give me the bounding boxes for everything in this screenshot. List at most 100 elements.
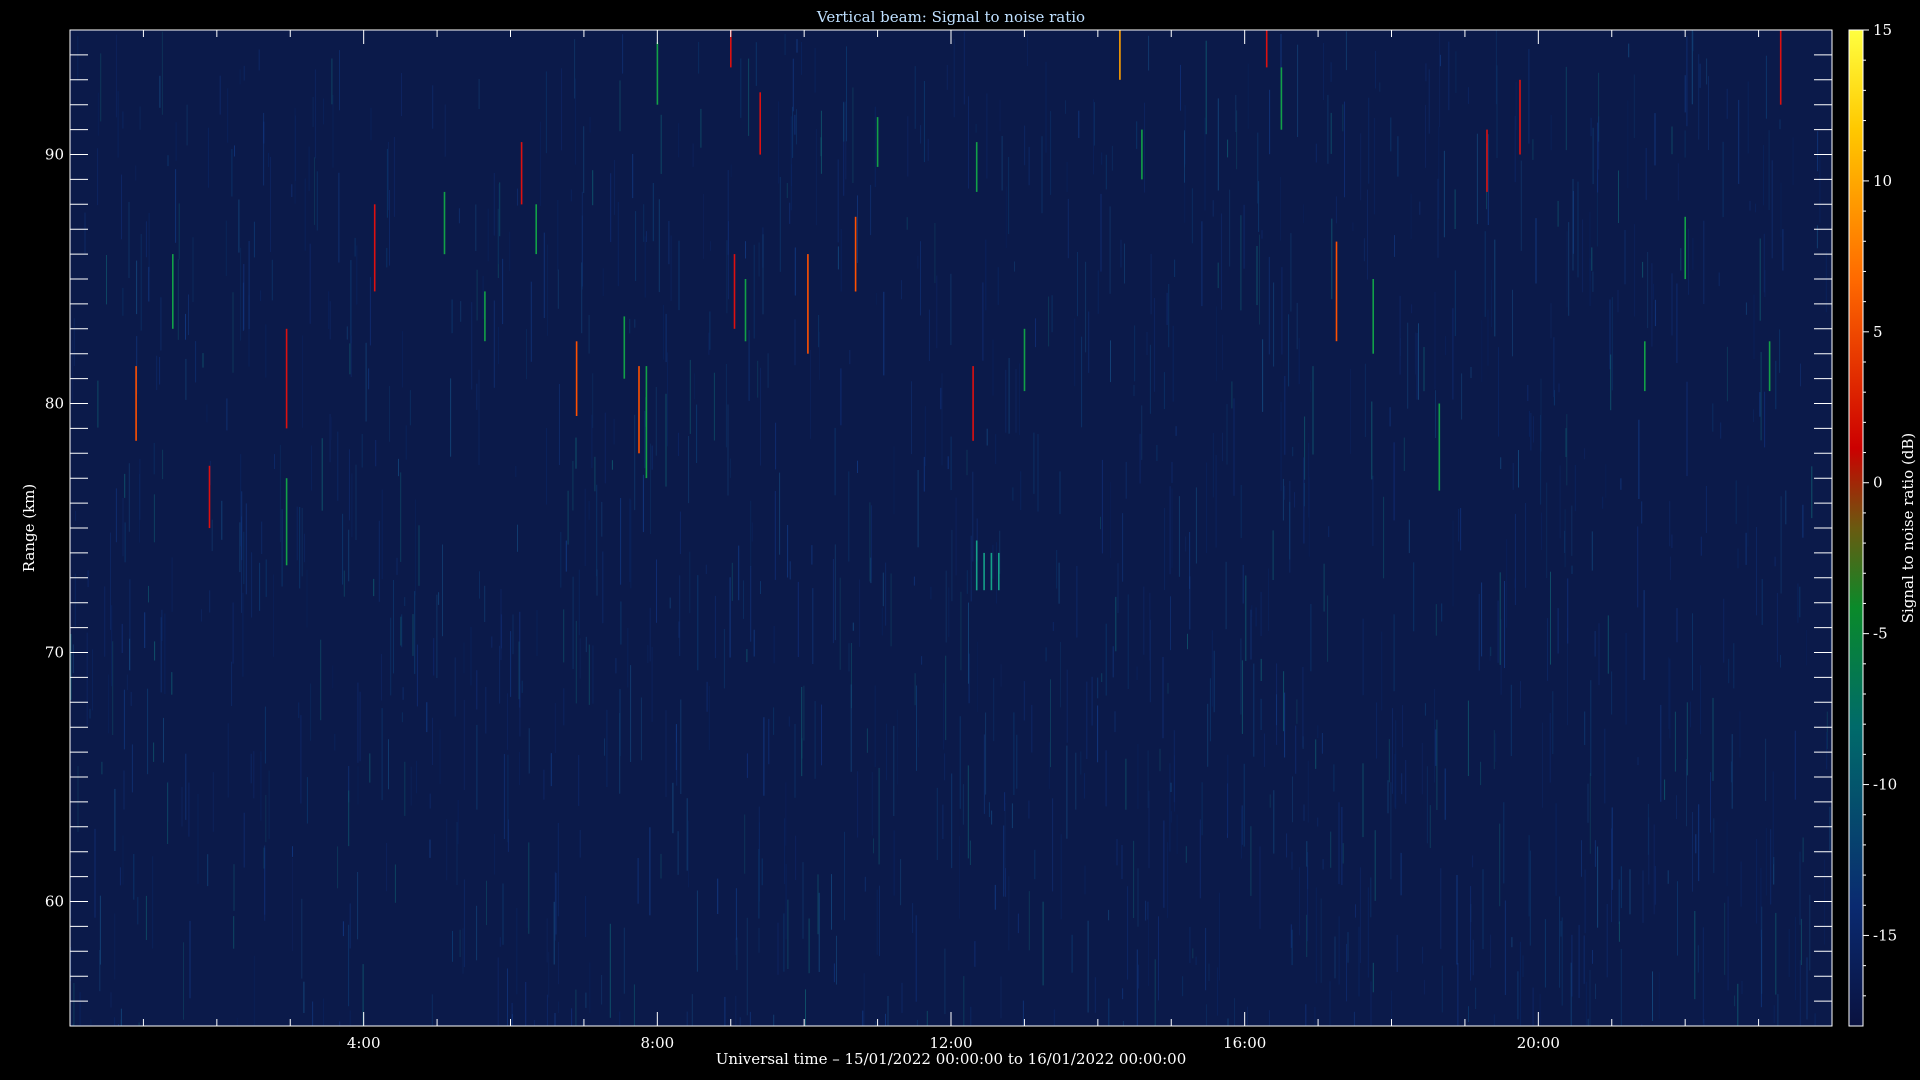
noise-streak [454,657,456,717]
noise-streak [1553,337,1555,398]
noise-streak [1749,200,1751,211]
noise-streak [665,393,667,487]
noise-streak [1185,846,1187,863]
noise-streak [589,962,591,1013]
noise-streak [484,585,486,622]
noise-streak [475,204,477,251]
noise-streak [1391,990,1393,1026]
noise-streak [432,717,433,765]
noise-streak [917,255,919,269]
noise-streak [870,505,872,579]
noise-streak [986,428,988,446]
noise-streak [154,641,156,661]
noise-streak [1699,63,1701,88]
noise-streak [1120,239,1122,251]
noise-streak [948,587,950,637]
noise-streak [698,41,700,74]
noise-streak [875,292,877,305]
noise-streak [834,544,836,641]
noise-streak [111,605,113,687]
noise-streak [1221,213,1222,310]
noise-streak [1467,700,1469,776]
noise-streak [1692,812,1693,892]
noise-streak [1423,979,1425,995]
noise-streak [773,626,775,664]
noise-streak [1437,178,1439,258]
noise-streak [686,1011,688,1026]
noise-streak [1016,734,1018,789]
noise-streak [1814,1013,1816,1026]
noise-streak [1330,62,1332,82]
noise-streak [563,688,565,726]
noise-streak [212,772,214,832]
noise-streak [1185,536,1187,552]
noise-streak [1504,900,1506,995]
noise-streak [1284,376,1286,455]
noise-streak [1776,593,1778,663]
noise-streak [1774,556,1776,567]
noise-streak [1568,222,1570,316]
noise-streak [662,304,664,360]
noise-streak [1795,916,1796,1000]
noise-streak [126,674,128,691]
noise-streak [788,716,790,727]
noise-streak [502,883,504,945]
noise-streak [634,319,636,328]
noise-streak [167,155,169,167]
signal-streak [975,540,978,591]
noise-streak [268,152,270,168]
noise-streak [219,75,221,115]
noise-streak [232,602,234,664]
noise-streak [955,497,957,576]
noise-streak [1700,665,1702,735]
noise-streak [640,697,642,761]
noise-streak [1093,99,1094,175]
noise-streak [1590,680,1592,777]
noise-streak [72,340,74,406]
noise-streak [1212,432,1214,498]
noise-streak [369,277,371,346]
noise-streak [1740,861,1742,907]
noise-streak [1209,678,1211,742]
noise-streak [1260,698,1262,730]
noise-streak [373,578,375,597]
noise-streak [983,734,985,814]
noise-streak [1171,461,1173,483]
noise-streak [951,773,953,869]
noise-streak [1295,725,1297,774]
noise-streak [1071,934,1073,973]
noise-streak [1388,739,1390,783]
noise-streak [211,519,213,552]
noise-streak [497,957,499,1026]
noise-streak [601,501,603,537]
noise-streak [1654,866,1656,905]
noise-streak [753,629,755,657]
noise-streak [1201,221,1203,307]
noise-streak [550,753,552,787]
noise-streak [912,903,914,933]
noise-streak [1638,419,1640,499]
noise-streak [758,242,760,277]
noise-streak [622,34,624,74]
noise-streak [530,281,532,362]
noise-streak [314,157,315,225]
noise-streak [934,223,936,284]
noise-streak [1344,101,1345,198]
noise-streak [1555,803,1557,896]
noise-streak [1756,527,1757,616]
noise-streak [349,903,351,949]
signal-streak [1438,403,1441,491]
noise-streak [357,682,359,763]
noise-streak [145,895,147,940]
noise-streak [1718,272,1720,287]
noise-streak [387,141,389,211]
noise-streak [238,199,240,253]
noise-streak [476,670,478,710]
noise-streak [604,412,606,484]
noise-streak [1402,705,1403,748]
noise-streak [1676,608,1678,643]
noise-streak [1713,818,1715,874]
noise-streak [115,34,117,118]
noise-streak [1730,761,1732,783]
noise-streak [122,111,124,129]
